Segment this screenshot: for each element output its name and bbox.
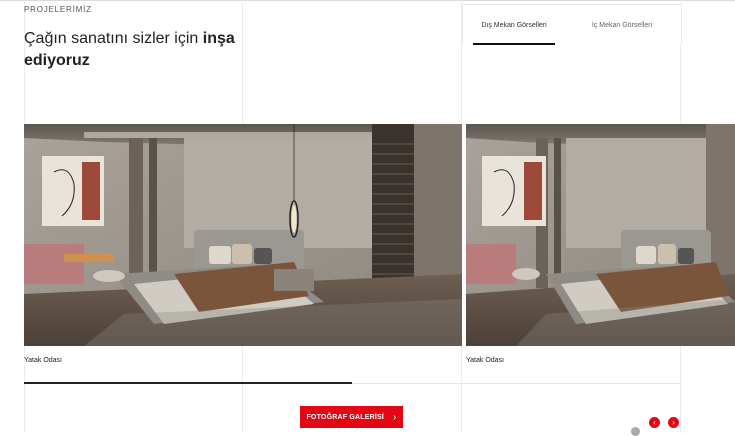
tab-exterior-images[interactable]: Dış Mekan Görselleri — [473, 5, 555, 45]
slider-progress-fill — [24, 382, 352, 384]
headline: Çağın sanatını sizler için inşa ediyoruz — [24, 28, 264, 72]
slider-prev-button[interactable]: ‹ — [649, 417, 660, 428]
headline-text: Çağın sanatını sizler için — [24, 30, 203, 47]
photo-gallery-button[interactable]: FOTOĞRAF GALERİSİ › — [300, 406, 403, 428]
headline-bold-2: ediyoruz — [24, 52, 90, 69]
bedroom-photo — [24, 124, 462, 346]
tab-interior-images[interactable]: İç Mekan Görselleri — [581, 5, 663, 45]
slider-next-button[interactable]: › — [668, 417, 679, 428]
chevron-left-icon: ‹ — [653, 418, 656, 427]
tab-bar: Dış Mekan Görselleri İç Mekan Görselleri — [462, 4, 682, 45]
slide-image[interactable] — [466, 124, 735, 346]
slide-image[interactable] — [24, 124, 462, 346]
slider-progress-track — [24, 382, 680, 384]
chevron-right-icon: › — [672, 418, 675, 427]
top-border — [0, 0, 735, 1]
slide-caption: Yatak Odası — [466, 357, 505, 364]
photo-gallery-label: FOTOĞRAF GALERİSİ — [306, 413, 385, 421]
section-label: PROJELERİMİZ — [24, 5, 92, 14]
bedroom-photo — [466, 124, 735, 346]
slide-caption: Yatak Odası — [24, 357, 63, 364]
headline-bold: inşa — [202, 30, 235, 47]
chevron-right-icon: › — [393, 411, 397, 423]
